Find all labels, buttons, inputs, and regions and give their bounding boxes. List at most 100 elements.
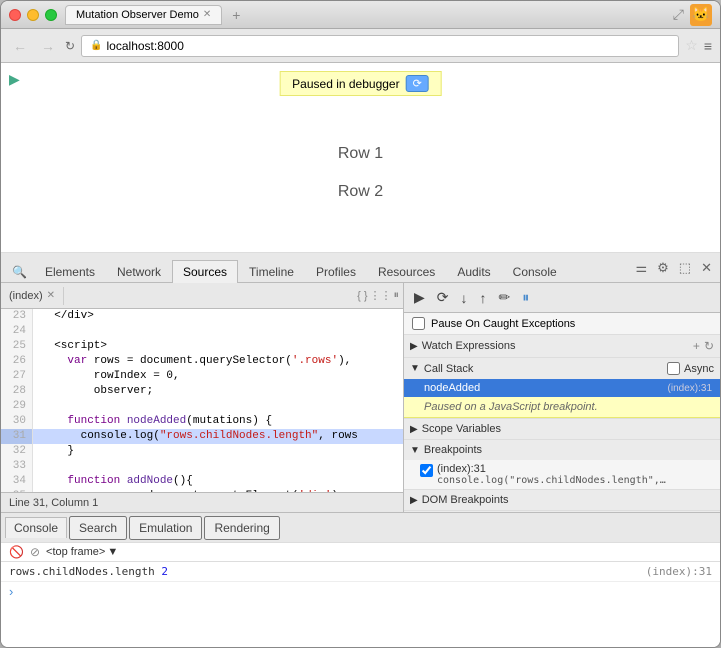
console-toolbar-row: 🚫 ⊘ <top frame> ▼ xyxy=(1,543,720,562)
tab-sources[interactable]: Sources xyxy=(172,260,238,283)
watch-add-icon[interactable]: + xyxy=(693,339,700,353)
scope-variables-header[interactable]: ▶ Scope Variables xyxy=(404,419,720,439)
devtools-tab-bar: 🔍 Elements Network Sources Timeline Prof… xyxy=(1,253,720,283)
url-lock-icon: 🔒 xyxy=(90,40,102,51)
code-line-32: 32 } xyxy=(1,444,403,459)
devtools-icon-dock[interactable]: ⬚ xyxy=(675,258,695,278)
source-panel: (index) ✕ { } ⋮⋮ ⏸ 23 </div> xyxy=(1,283,404,512)
code-line-31: 31 console.log("rows.childNodes.length",… xyxy=(1,429,403,444)
call-stack-item-nodeadded[interactable]: nodeAdded (index):31 xyxy=(404,379,720,397)
devtools-icon-settings[interactable]: ⚙ xyxy=(653,258,673,278)
console-frame-selector[interactable]: <top frame> ▼ xyxy=(46,546,118,558)
new-tab-button[interactable]: + xyxy=(226,5,246,25)
debug-resume-button[interactable]: ⟳ xyxy=(406,75,429,92)
breakpoints-expand-icon: ▼ xyxy=(410,445,420,456)
async-checkbox-row: Async xyxy=(667,362,714,375)
menu-button[interactable]: ≡ xyxy=(704,38,712,54)
debug-deactivate-btn[interactable]: ✏ xyxy=(495,287,515,308)
tab-profiles[interactable]: Profiles xyxy=(305,260,367,283)
tab-resources[interactable]: Resources xyxy=(367,260,446,283)
tab-audits[interactable]: Audits xyxy=(446,260,501,283)
source-format-btn[interactable]: { } xyxy=(357,290,367,302)
devtools-toolbar-icons: ⚌ ⚙ ⬚ ✕ xyxy=(631,258,716,282)
console-frame-text: <top frame> xyxy=(46,546,105,558)
watch-expand-icon: ▶ xyxy=(410,341,418,352)
code-line-29: 29 xyxy=(1,399,403,414)
console-tab-bar: Console Search Emulation Rendering xyxy=(1,512,720,542)
browser-tab[interactable]: Mutation Observer Demo ✕ xyxy=(65,5,222,25)
source-pause-btn[interactable]: ⏸ xyxy=(394,289,400,302)
traffic-lights xyxy=(9,9,57,21)
debugger-panel: ▶ ⟳ ↓ ↑ ✏ ⏸ Pause On Caught Exceptions xyxy=(404,283,720,512)
forward-button[interactable]: → xyxy=(37,36,59,56)
debugger-toolbar: ▶ ⟳ ↓ ↑ ✏ ⏸ xyxy=(404,283,720,313)
console-tab-emulation[interactable]: Emulation xyxy=(129,516,202,540)
console-area: 🚫 ⊘ <top frame> ▼ rows.childNodes.length… xyxy=(1,542,720,647)
code-area[interactable]: 23 </div> 24 25 <script> 26 var rows = d… xyxy=(1,309,403,492)
watch-refresh-icon[interactable]: ↻ xyxy=(704,339,714,353)
console-output-location: (index):31 xyxy=(646,565,712,578)
pause-on-caught-checkbox[interactable] xyxy=(412,317,425,330)
source-status-bar: Line 31, Column 1 xyxy=(1,492,403,512)
page-row-2: Row 2 xyxy=(338,183,383,201)
devtools-search-icon[interactable]: 🔍 xyxy=(5,260,34,283)
url-bar[interactable]: 🔒 localhost:8000 xyxy=(81,35,679,57)
code-line-34: 34 function addNode(){ xyxy=(1,474,403,489)
debug-resume-btn[interactable]: ▶ xyxy=(410,287,429,308)
breakpoints-section: ▼ Breakpoints (index):31 console.log("ro… xyxy=(404,440,720,490)
debug-pause-btn[interactable]: ⏸ xyxy=(518,287,533,308)
play-icon: ▶ xyxy=(9,71,20,88)
devtools-icon-close[interactable]: ✕ xyxy=(697,258,716,278)
tab-close-button[interactable]: ✕ xyxy=(203,9,211,20)
devtools-icon-list[interactable]: ⚌ xyxy=(631,258,651,278)
scope-expand-icon: ▶ xyxy=(410,424,418,435)
code-line-28: 28 observer; xyxy=(1,384,403,399)
console-clear-icon[interactable]: 🚫 xyxy=(9,545,24,559)
browser-viewport: ▶ Paused in debugger ⟳ Row 1 Row 2 xyxy=(1,63,720,253)
console-filter-icon[interactable]: ⊘ xyxy=(30,545,40,559)
browser-tab-bar: Mutation Observer Demo ✕ + xyxy=(65,5,673,25)
tab-network[interactable]: Network xyxy=(106,260,172,283)
breakpoints-header[interactable]: ▼ Breakpoints xyxy=(404,440,720,460)
console-tab-search[interactable]: Search xyxy=(69,516,127,540)
tab-timeline[interactable]: Timeline xyxy=(238,260,305,283)
back-button[interactable]: ← xyxy=(9,36,31,56)
code-line-23: 23 </div> xyxy=(1,309,403,324)
async-label: Async xyxy=(684,363,714,375)
call-stack-section: ▼ Call Stack Async nodeAdded (index):31 … xyxy=(404,358,720,419)
call-stack-loc: (index):31 xyxy=(668,383,712,394)
scope-variables-section: ▶ Scope Variables xyxy=(404,419,720,440)
watch-expressions-header[interactable]: ▶ Watch Expressions + ↻ xyxy=(404,335,720,357)
debug-step-over-btn[interactable]: ⟳ xyxy=(433,287,453,308)
watch-expressions-title: Watch Expressions xyxy=(422,340,516,352)
source-tab-close[interactable]: ✕ xyxy=(47,290,55,301)
debug-step-out-btn[interactable]: ↑ xyxy=(476,288,491,308)
devtools-main-area: (index) ✕ { } ⋮⋮ ⏸ 23 </div> xyxy=(1,283,720,512)
breakpoint-checkbox[interactable] xyxy=(420,464,433,477)
close-button[interactable] xyxy=(9,9,21,21)
bookmark-button[interactable]: ☆ xyxy=(685,37,698,54)
dom-expand-icon: ▶ xyxy=(410,495,418,506)
console-output-row: rows.childNodes.length 2 (index):31 xyxy=(1,562,720,581)
refresh-button[interactable]: ↻ xyxy=(65,39,75,53)
code-line-27: 27 rowIndex = 0, xyxy=(1,369,403,384)
address-bar: ← → ↻ 🔒 localhost:8000 ☆ ≡ xyxy=(1,29,720,63)
source-tab-bar: (index) ✕ { } ⋮⋮ ⏸ xyxy=(1,283,403,309)
source-tab-index[interactable]: (index) ✕ xyxy=(1,287,64,305)
console-tab-rendering[interactable]: Rendering xyxy=(204,516,279,540)
call-stack-header[interactable]: ▼ Call Stack Async xyxy=(404,358,720,379)
minimize-button[interactable] xyxy=(27,9,39,21)
console-input[interactable] xyxy=(17,585,712,598)
debug-step-into-btn[interactable]: ↓ xyxy=(457,288,472,308)
console-tab-console[interactable]: Console xyxy=(5,517,67,538)
tab-elements[interactable]: Elements xyxy=(34,260,106,283)
async-checkbox[interactable] xyxy=(667,362,680,375)
resize-icon[interactable]: ⤢ xyxy=(673,6,684,23)
tab-console[interactable]: Console xyxy=(502,260,568,283)
console-input-row: › xyxy=(1,581,720,601)
console-output-number: 2 xyxy=(161,565,168,578)
maximize-button[interactable] xyxy=(45,9,57,21)
source-lines-btn[interactable]: ⋮⋮ xyxy=(370,289,392,302)
scope-variables-title: Scope Variables xyxy=(422,423,501,435)
dom-breakpoints-section[interactable]: ▶ DOM Breakpoints xyxy=(404,490,720,511)
